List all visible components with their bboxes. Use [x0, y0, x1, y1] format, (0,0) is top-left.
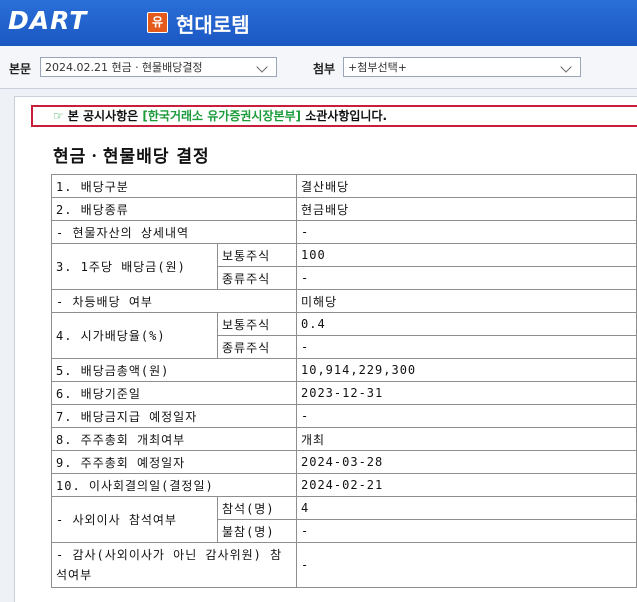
dividend-table: 1. 배당구분 결산배당 2. 배당종류 현금배당 - 현물자산의 상세내역 -… [51, 174, 637, 588]
row-label: - 사외이사 참석여부 [51, 496, 218, 543]
pointing-hand-icon: ☞ [53, 109, 64, 123]
row-value: 미해당 [296, 289, 637, 313]
row-label: 8. 주주총회 개최여부 [51, 427, 297, 451]
body-select[interactable]: 2024.02.21 현금ㆍ현물배당결정 [40, 57, 277, 77]
row-value: 4 [296, 496, 637, 520]
row-sublabel: 보통주식 [217, 243, 297, 267]
table-row: 3. 1주당 배당금(원) 보통주식 100 [51, 243, 637, 290]
page-title: 현금ㆍ현물배당 결정 [53, 147, 210, 167]
row-label: 10. 이사회결의일(결정일) [51, 473, 297, 497]
notice-banner: ☞ 본 공시사항은 [한국거래소 유가증권시장본부] 소관사항입니다. [31, 105, 637, 127]
row-sublabel: 불참(명) [217, 519, 297, 543]
row-sublabel: 참석(명) [217, 496, 297, 520]
row-label: 7. 배당금지급 예정일자 [51, 404, 297, 428]
row-label: 9. 주주총회 예정일자 [51, 450, 297, 474]
market-badge-icon: 유 [147, 12, 168, 33]
row-value: 10,914,229,300 [296, 358, 637, 382]
table-row: 9. 주주총회 예정일자 2024-03-28 [51, 450, 637, 474]
row-label: 1. 배당구분 [51, 174, 297, 198]
row-value: 2024-02-21 [296, 473, 637, 497]
row-value: - [296, 335, 637, 359]
table-row: - 감사(사외이사가 아닌 감사위원) 참석여부 - [51, 542, 637, 588]
attach-label: 첨부 [313, 62, 336, 76]
attach-select[interactable]: +첨부선택+ [343, 57, 581, 77]
row-label: - 현물자산의 상세내역 [51, 220, 297, 244]
row-value: - [296, 542, 637, 588]
attach-select-value: +첨부선택+ [348, 61, 407, 74]
table-row: 2. 배당종류 현금배당 [51, 197, 637, 221]
chevron-down-icon [560, 61, 572, 73]
row-sublabel: 보통주식 [217, 312, 297, 336]
row-value: - [296, 220, 637, 244]
table-row: - 차등배당 여부 미해당 [51, 289, 637, 313]
app-header: DART 유 현대로템 [0, 0, 637, 46]
row-value: 2024-03-28 [296, 450, 637, 474]
table-row: 10. 이사회결의일(결정일) 2024-02-21 [51, 473, 637, 497]
row-value: - [296, 404, 637, 428]
row-label: - 감사(사외이사가 아닌 감사위원) 참석여부 [51, 542, 297, 588]
table-row: 7. 배당금지급 예정일자 - [51, 404, 637, 428]
table-row: - 사외이사 참석여부 참석(명) 4 [51, 496, 637, 543]
table-row: 8. 주주총회 개최여부 개최 [51, 427, 637, 451]
row-label: - 차등배당 여부 [51, 289, 297, 313]
notice-pre: 본 공시사항은 [67, 109, 143, 123]
row-sublabel: 종류주식 [217, 335, 297, 359]
row-value: 100 [296, 243, 637, 267]
table-row: 1. 배당구분 결산배당 [51, 174, 637, 198]
table-row: 5. 배당금총액(원) 10,914,229,300 [51, 358, 637, 382]
body-label: 본문 [9, 62, 32, 76]
row-label: 3. 1주당 배당금(원) [51, 243, 218, 290]
row-value: 0.4 [296, 312, 637, 336]
body-select-value: 2024.02.21 현금ㆍ현물배당결정 [45, 61, 203, 74]
table-row: - 현물자산의 상세내역 - [51, 220, 637, 244]
document-toolbar: 본문 2024.02.21 현금ㆍ현물배당결정 첨부 +첨부선택+ [0, 46, 637, 89]
notice-highlight: [한국거래소 유가증권시장본부] [142, 109, 302, 123]
chevron-down-icon [256, 61, 268, 73]
notice-post: 소관사항입니다. [301, 109, 388, 123]
row-value: 결산배당 [296, 174, 637, 198]
row-value: 개최 [296, 427, 637, 451]
row-label: 2. 배당종류 [51, 197, 297, 221]
table-row: 4. 시가배당율(%) 보통주식 0.4 [51, 312, 637, 359]
row-label: 4. 시가배당율(%) [51, 312, 218, 359]
row-label: 5. 배당금총액(원) [51, 358, 297, 382]
logo-text: DART [8, 6, 88, 35]
row-label: 6. 배당기준일 [51, 381, 297, 405]
row-value: 현금배당 [296, 197, 637, 221]
row-value: - [296, 266, 637, 290]
company-name: 현대로템 [176, 13, 250, 37]
row-sublabel: 종류주식 [217, 266, 297, 290]
row-value: - [296, 519, 637, 543]
dart-logo[interactable]: DART [8, 6, 87, 35]
table-row: 6. 배당기준일 2023-12-31 [51, 381, 637, 405]
row-value: 2023-12-31 [296, 381, 637, 405]
